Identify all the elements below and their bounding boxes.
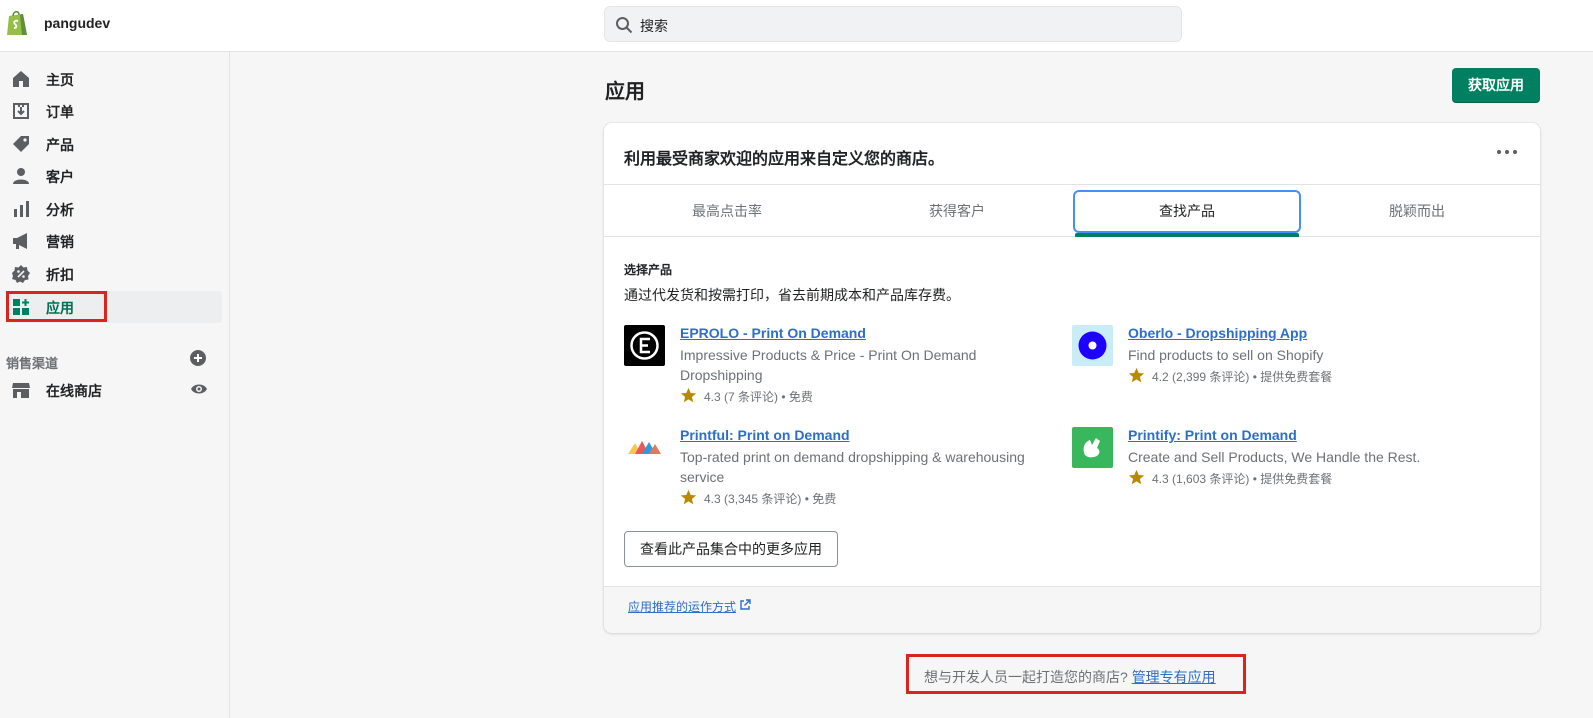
app-item: Printful: Print on Demand Top-rated prin… <box>624 427 1044 517</box>
app-rating-meta: 4.3 (3,345 条评论) • 免费 <box>704 490 836 507</box>
app-name-link[interactable]: EPROLO - Print On Demand <box>680 325 866 341</box>
dot-icon <box>1513 150 1517 154</box>
page-title: 应用 <box>605 81 645 103</box>
app-reviews[interactable]: (2,399 条评论) <box>1172 370 1249 384</box>
shopify-bag-icon[interactable] <box>5 9 29 37</box>
app-rating-meta: 4.3 (7 条评论) • 免费 <box>704 388 813 405</box>
section-description: 通过代发货和按需打印，省去前期成本和产品库存费。 <box>624 287 960 303</box>
sidebar: 主页 订单 产品 客户 分析 营销 折扣 应用 销售渠道 在线商店 <box>0 52 230 718</box>
printify-logo-icon[interactable] <box>1072 427 1113 468</box>
store-icon <box>12 383 30 398</box>
app-price: • 免费 <box>804 492 837 506</box>
sidebar-item-label: 分析 <box>46 202 74 218</box>
app-reviews[interactable]: (1,603 条评论) <box>1172 472 1249 486</box>
tag-icon <box>13 136 29 152</box>
person-icon <box>13 168 29 184</box>
tab-get-customers[interactable]: 获得客户 <box>842 185 1072 237</box>
tab-stand-out[interactable]: 脱颖而出 <box>1302 185 1532 237</box>
eye-icon[interactable] <box>190 382 208 396</box>
sidebar-item-analytics[interactable]: 分析 <box>8 193 222 225</box>
app-price: • 提供免费套餐 <box>1252 370 1333 384</box>
more-actions-button[interactable] <box>1496 143 1520 159</box>
tab-selected-indicator <box>1075 233 1299 237</box>
app-name-link[interactable]: Printful: Print on Demand <box>680 427 850 443</box>
sidebar-item-marketing[interactable]: 营销 <box>8 225 222 257</box>
app-description: Find products to sell on Shopify <box>1128 347 1324 363</box>
add-channel-icon[interactable] <box>189 349 207 367</box>
sidebar-item-label: 主页 <box>46 72 74 88</box>
top-bar: pangudev 搜索 <box>0 0 1593 52</box>
sidebar-item-label: 营销 <box>46 234 74 250</box>
app-description: Top-rated print on demand dropshipping &… <box>680 449 1025 485</box>
tab-find-products[interactable]: 查找产品 <box>1072 185 1302 237</box>
discount-icon <box>12 265 30 283</box>
dot-icon <box>1505 150 1509 154</box>
sidebar-item-home[interactable]: 主页 <box>8 63 222 95</box>
search-icon <box>616 17 633 34</box>
get-apps-button[interactable]: 获取应用 <box>1452 68 1540 103</box>
oberlo-logo-icon[interactable] <box>1072 325 1113 366</box>
star-icon <box>680 387 697 403</box>
sidebar-item-customers[interactable]: 客户 <box>8 160 222 192</box>
how-recommendations-work-link[interactable]: 应用推荐的运作方式 <box>628 598 736 615</box>
sidebar-item-label: 折扣 <box>46 267 74 283</box>
search-placeholder: 搜索 <box>640 18 668 34</box>
app-item: Oberlo - Dropshipping App Find products … <box>1072 325 1492 415</box>
printful-logo-icon[interactable] <box>624 427 665 468</box>
app-reviews[interactable]: (7 条评论) <box>724 390 778 404</box>
sidebar-item-products[interactable]: 产品 <box>8 128 222 160</box>
app-price: • 免费 <box>781 390 813 404</box>
more-apps-button[interactable]: 查看此产品集合中的更多应用 <box>624 531 838 567</box>
app-rating: 4.3 <box>704 390 721 404</box>
tabs: 最高点击率 获得客户 查找产品 脱颖而出 <box>604 184 1540 237</box>
app-description: Create and Sell Products, We Handle the … <box>1128 449 1421 465</box>
app-name-link[interactable]: Oberlo - Dropshipping App <box>1128 325 1307 341</box>
external-link-icon[interactable] <box>739 599 751 611</box>
tab-top-clicks[interactable]: 最高点击率 <box>612 185 842 237</box>
app-item: Printify: Print on Demand Create and Sel… <box>1072 427 1492 517</box>
star-icon <box>1128 469 1145 485</box>
sidebar-item-discounts[interactable]: 折扣 <box>8 258 222 290</box>
home-icon <box>13 71 29 87</box>
card-footer: 应用推荐的运作方式 <box>604 586 1540 633</box>
app-price: • 提供免费套餐 <box>1252 472 1333 486</box>
highlight-box-apps <box>6 291 107 322</box>
app-rating-meta: 4.3 (1,603 条评论) • 提供免费套餐 <box>1152 470 1332 487</box>
app-name-link[interactable]: Printify: Print on Demand <box>1128 427 1297 443</box>
app-item: EPROLO - Print On Demand Impressive Prod… <box>624 325 1044 415</box>
megaphone-icon <box>13 233 27 249</box>
app-rating: 4.2 <box>1152 370 1169 384</box>
sidebar-item-label: 在线商店 <box>46 383 102 399</box>
dot-icon <box>1497 150 1501 154</box>
sidebar-item-label: 客户 <box>46 169 74 185</box>
store-name[interactable]: pangudev <box>44 15 110 31</box>
section-heading: 选择产品 <box>624 263 673 277</box>
orders-icon <box>13 103 29 119</box>
app-rating: 4.3 <box>704 492 721 506</box>
search-bar[interactable]: 搜索 <box>604 6 1182 42</box>
app-rating: 4.3 <box>1152 472 1169 486</box>
sidebar-item-orders[interactable]: 订单 <box>8 95 222 127</box>
star-icon <box>1128 367 1145 383</box>
app-reviews[interactable]: (3,345 条评论) <box>724 492 801 506</box>
bar-chart-icon <box>14 201 29 217</box>
card-title: 利用最受商家欢迎的应用来自定义您的商店。 <box>624 151 945 168</box>
highlight-box-custom-apps <box>906 654 1246 694</box>
sales-channels-title: 销售渠道 <box>6 356 59 371</box>
recommended-apps-card: 利用最受商家欢迎的应用来自定义您的商店。 最高点击率 获得客户 查找产品 脱颖而… <box>604 123 1540 633</box>
eprolo-logo-icon[interactable] <box>624 325 665 366</box>
app-rating-meta: 4.2 (2,399 条评论) • 提供免费套餐 <box>1152 368 1332 385</box>
app-description: Impressive Products & Price - Print On D… <box>680 347 977 383</box>
sidebar-item-label: 产品 <box>46 137 74 153</box>
sidebar-item-label: 订单 <box>46 104 74 120</box>
star-icon <box>680 489 697 505</box>
